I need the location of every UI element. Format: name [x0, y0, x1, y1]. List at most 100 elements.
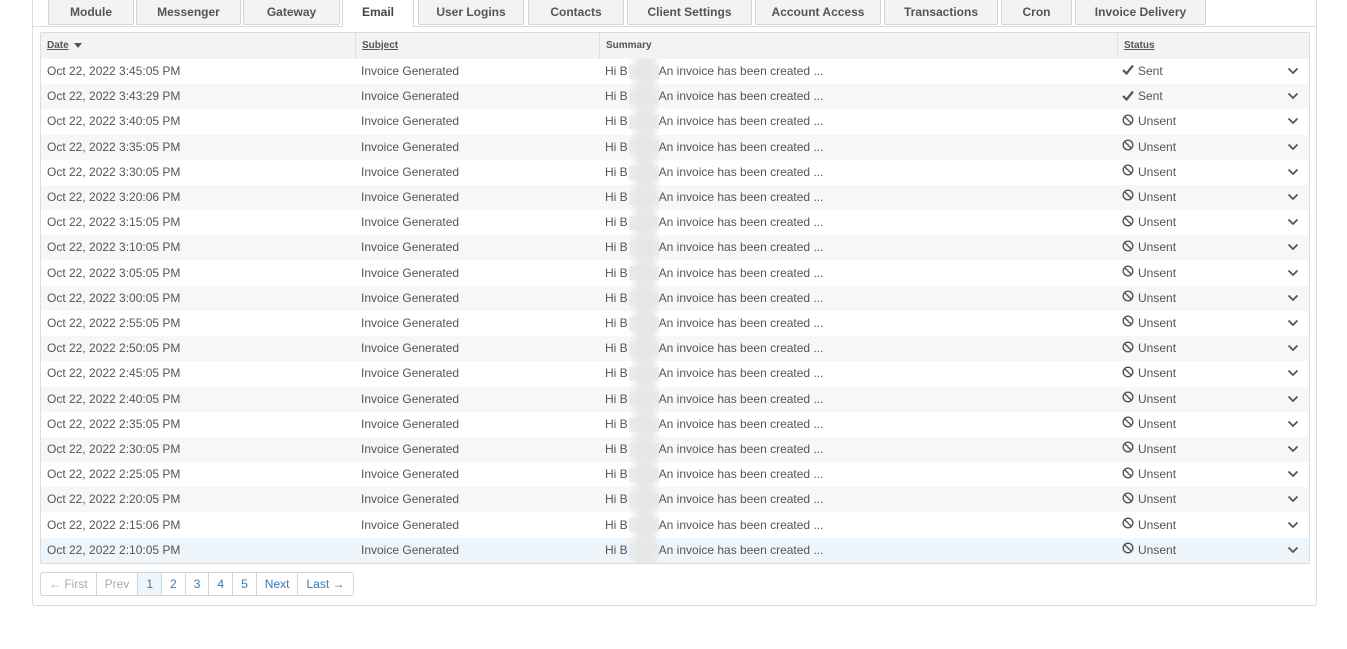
chevron-down-icon[interactable] — [1287, 412, 1303, 437]
chevron-down-icon[interactable] — [1287, 84, 1303, 109]
page-2-button[interactable]: 2 — [162, 573, 186, 595]
page-3-button[interactable]: 3 — [185, 573, 210, 595]
tab-account-access[interactable]: Account Access — [755, 0, 881, 25]
chevron-down-icon[interactable] — [1287, 538, 1303, 563]
table-row[interactable]: Oct 22, 2022 2:40:05 PM Invoice Generated… — [41, 386, 1309, 412]
chevron-down-icon[interactable] — [1287, 487, 1303, 512]
table-row[interactable]: Oct 22, 2022 3:10:05 PM Invoice Generated… — [41, 235, 1309, 261]
table-row[interactable]: Oct 22, 2022 3:45:05 PM Invoice Generated… — [41, 59, 1309, 84]
table-row[interactable]: Oct 22, 2022 2:25:05 PM Invoice Generated… — [41, 462, 1309, 488]
table-row[interactable]: Oct 22, 2022 3:05:05 PM Invoice Generated… — [41, 260, 1309, 286]
row-summary: Hi B An invoice has been created ... — [605, 210, 1105, 235]
row-summary: Hi B An invoice has been created ... — [605, 513, 1105, 538]
chevron-down-icon[interactable] — [1287, 361, 1303, 386]
tab-client-settings[interactable]: Client Settings — [627, 0, 752, 25]
chevron-down-icon[interactable] — [1287, 109, 1303, 134]
summary-greeting: Hi B — [605, 89, 628, 104]
row-date: Oct 22, 2022 3:35:05 PM — [47, 139, 181, 154]
status-label: Unsent — [1138, 366, 1177, 381]
row-status: Unsent — [1122, 437, 1242, 462]
table-row[interactable]: Oct 22, 2022 3:40:05 PM Invoice Generated… — [41, 109, 1309, 135]
table-row[interactable]: Oct 22, 2022 2:15:06 PM Invoice Generated… — [41, 512, 1309, 538]
page-5-button[interactable]: 5 — [233, 573, 257, 595]
redacted-name — [628, 115, 659, 130]
ban-icon — [1122, 488, 1134, 513]
ban-icon — [1122, 362, 1134, 387]
tab-transactions[interactable]: Transactions — [884, 0, 998, 25]
row-date: Oct 22, 2022 2:35:05 PM — [47, 416, 181, 431]
status-label: Unsent — [1138, 139, 1177, 154]
column-header-subject-label[interactable]: Subject — [362, 40, 398, 51]
tab-contacts[interactable]: Contacts — [528, 0, 624, 25]
table-row[interactable]: Oct 22, 2022 2:30:05 PM Invoice Generated… — [41, 437, 1309, 462]
tab-invoice-delivery[interactable]: Invoice Delivery — [1075, 0, 1206, 25]
column-header-status-label[interactable]: Status — [1124, 40, 1155, 51]
tab-module[interactable]: Module — [48, 0, 134, 25]
last-page-button[interactable]: Last → — [298, 573, 353, 595]
redacted-name — [628, 216, 659, 231]
page-1-button[interactable]: 1 — [138, 573, 163, 595]
chevron-down-icon[interactable] — [1287, 311, 1303, 336]
row-status: Unsent — [1122, 387, 1242, 412]
table-row[interactable]: Oct 22, 2022 3:35:05 PM Invoice Generated… — [41, 134, 1309, 160]
chevron-down-icon[interactable] — [1287, 387, 1303, 412]
row-date: Oct 22, 2022 2:45:05 PM — [47, 366, 181, 381]
chevron-down-icon[interactable] — [1287, 135, 1303, 160]
table-row[interactable]: Oct 22, 2022 3:30:05 PM Invoice Generated… — [41, 159, 1309, 185]
tab-messenger[interactable]: Messenger — [136, 0, 241, 25]
chevron-down-icon[interactable] — [1287, 462, 1303, 487]
chevron-down-icon[interactable] — [1287, 286, 1303, 311]
redacted-name — [628, 241, 659, 256]
chevron-down-icon[interactable] — [1287, 210, 1303, 235]
column-header-date-label[interactable]: Date — [47, 40, 69, 51]
summary-text: An invoice has been created ... — [658, 341, 824, 356]
summary-greeting: Hi B — [605, 341, 628, 356]
table-row[interactable]: Oct 22, 2022 2:45:05 PM Invoice Generated… — [41, 361, 1309, 387]
table-row[interactable]: Oct 22, 2022 2:20:05 PM Invoice Generated… — [41, 487, 1309, 513]
table-row[interactable]: Oct 22, 2022 3:00:05 PM Invoice Generated… — [41, 285, 1309, 311]
status-label: Unsent — [1138, 442, 1177, 456]
row-summary: Hi B An invoice has been created ... — [605, 462, 1105, 487]
row-date: Oct 22, 2022 2:25:05 PM — [47, 467, 181, 482]
table-row[interactable]: Oct 22, 2022 2:35:05 PM Invoice Generated… — [41, 411, 1309, 437]
summary-text: An invoice has been created ... — [658, 290, 824, 305]
summary-text: An invoice has been created ... — [658, 416, 824, 431]
ban-icon — [1122, 412, 1134, 437]
row-date: Oct 22, 2022 3:15:05 PM — [47, 215, 181, 230]
row-subject: Invoice Generated — [361, 64, 460, 78]
chevron-down-icon[interactable] — [1287, 235, 1303, 260]
page-4-button[interactable]: 4 — [209, 573, 234, 595]
table-row[interactable]: Oct 22, 2022 2:10:05 PM Invoice Generated… — [41, 537, 1309, 563]
ban-icon — [1122, 185, 1134, 210]
column-header-date[interactable]: Date — [41, 33, 355, 59]
chevron-down-icon[interactable] — [1287, 336, 1303, 361]
column-header-status[interactable]: Status — [1117, 33, 1309, 59]
row-date: Oct 22, 2022 3:10:05 PM — [47, 240, 181, 255]
table-row[interactable]: Oct 22, 2022 2:50:05 PM Invoice Generated… — [41, 336, 1309, 362]
chevron-down-icon[interactable] — [1287, 513, 1303, 538]
row-subject: Invoice Generated — [361, 290, 460, 305]
redacted-name — [628, 417, 659, 432]
table-row[interactable]: Oct 22, 2022 2:55:05 PM Invoice Generated… — [41, 311, 1309, 336]
table-row[interactable]: Oct 22, 2022 3:20:06 PM Invoice Generated… — [41, 185, 1309, 210]
column-header-subject[interactable]: Subject — [355, 33, 599, 59]
chevron-down-icon[interactable] — [1287, 185, 1303, 210]
chevron-down-icon[interactable] — [1287, 261, 1303, 286]
tab-gateway[interactable]: Gateway — [243, 0, 340, 25]
row-summary: Hi B An invoice has been created ... — [605, 387, 1105, 412]
ban-icon — [1122, 236, 1134, 261]
tab-email[interactable]: Email — [342, 0, 414, 27]
table-row[interactable]: Oct 22, 2022 3:15:05 PM Invoice Generated… — [41, 210, 1309, 236]
table-row[interactable]: Oct 22, 2022 3:43:29 PM Invoice Generated… — [41, 84, 1309, 110]
row-summary: Hi B An invoice has been created ... — [605, 160, 1105, 185]
ban-icon — [1122, 538, 1134, 563]
first-page-button: ← First — [41, 573, 97, 595]
chevron-down-icon[interactable] — [1287, 437, 1303, 462]
check-icon — [1122, 59, 1134, 84]
chevron-down-icon[interactable] — [1287, 160, 1303, 185]
tab-cron[interactable]: Cron — [1001, 0, 1072, 25]
next-page-button[interactable]: Next — [256, 573, 299, 595]
ban-icon — [1122, 135, 1134, 160]
tab-user-logins[interactable]: User Logins — [418, 0, 524, 25]
chevron-down-icon[interactable] — [1287, 59, 1303, 84]
